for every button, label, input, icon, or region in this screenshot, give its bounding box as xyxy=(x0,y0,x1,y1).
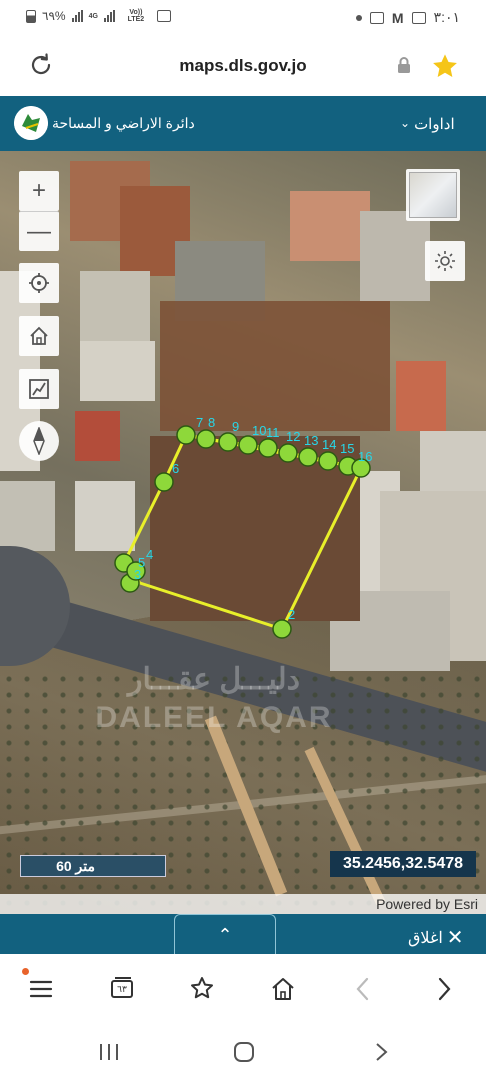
app-header: دائرة الاراضي و المساحة ⌄ اداوات xyxy=(0,96,486,151)
notification-icon xyxy=(156,10,171,22)
vertex-label: 14 xyxy=(322,437,336,452)
android-home-icon[interactable] xyxy=(229,1038,259,1066)
vertex-point xyxy=(196,429,216,449)
volte-label: Vo)) LTE2 xyxy=(127,9,145,23)
browser-toolbar: ٦٣ xyxy=(0,954,486,1024)
expand-panel-button[interactable]: ⌃ xyxy=(174,914,276,954)
close-icon: ✕ xyxy=(446,927,464,949)
tools-label: اداوات xyxy=(414,116,455,133)
vertex-label: 13 xyxy=(304,433,318,448)
vertex-label: 10 xyxy=(252,423,266,438)
satellite-map[interactable]: 2 3 4 5 6 7 8 9 10 11 12 13 14 15 16 دلي… xyxy=(0,151,486,914)
vertex-label: 9 xyxy=(232,419,239,434)
android-nav-bar xyxy=(0,1024,486,1080)
vertex-label: 2 xyxy=(288,607,295,622)
close-label: اغلاق xyxy=(408,929,443,947)
dls-logo xyxy=(14,106,48,140)
basemap-toggle[interactable] xyxy=(406,169,460,221)
compass-icon xyxy=(33,427,45,455)
android-back-icon[interactable] xyxy=(366,1038,396,1066)
home-icon xyxy=(30,326,48,345)
vertex-label: 15 xyxy=(340,441,354,456)
star-icon[interactable] xyxy=(431,52,459,80)
vertex-point xyxy=(218,432,238,452)
compass-button[interactable] xyxy=(19,421,59,461)
tools-dropdown[interactable]: ⌄ اداوات xyxy=(400,115,455,133)
network-4g-label: 4G xyxy=(88,12,98,20)
vertex-label: 6 xyxy=(172,461,179,476)
zoom-out-icon: — xyxy=(27,217,51,245)
chevron-down-icon: ⌄ xyxy=(400,116,411,130)
zoom-out-button[interactable]: — xyxy=(19,211,59,251)
scale-bar: 60 متر xyxy=(20,855,166,877)
vertex-label: 5 xyxy=(138,555,145,570)
battery-percent: ٦٩% xyxy=(42,9,66,23)
basemap-icon xyxy=(409,172,457,218)
zoom-in-icon: + xyxy=(31,177,46,204)
browser-home-icon[interactable] xyxy=(267,974,299,1004)
back-icon[interactable] xyxy=(347,974,379,1004)
parcel-vertices[interactable]: 2 3 4 5 6 7 8 9 10 11 12 13 14 15 16 xyxy=(0,151,486,914)
watermark: دليـــل عقـــار DALEEL AQAR xyxy=(95,663,333,734)
vertex-label: 12 xyxy=(286,429,300,444)
gallery-icon xyxy=(411,11,426,24)
menu-icon[interactable] xyxy=(25,974,57,1004)
brightness-button[interactable] xyxy=(425,241,465,281)
measure-icon xyxy=(29,379,49,399)
signal-icon xyxy=(71,10,83,22)
locate-icon xyxy=(29,273,49,293)
bottom-panel: ⌃ اغلاق ✕ xyxy=(0,914,486,954)
home-extent-button[interactable] xyxy=(19,316,59,356)
measure-button[interactable] xyxy=(19,369,59,409)
close-button[interactable]: اغلاق ✕ xyxy=(408,925,464,950)
gmail-icon: M xyxy=(391,9,404,26)
brightness-icon xyxy=(435,251,455,271)
tabs-button[interactable]: ٦٣ xyxy=(106,974,138,1004)
dot-icon xyxy=(355,14,362,21)
tabs-count: ٦٣ xyxy=(117,984,127,994)
clock-time: ٣:٠١ xyxy=(433,9,460,25)
battery-icon xyxy=(26,9,36,23)
locate-button[interactable] xyxy=(19,263,59,303)
esri-attribution: Powered by Esri xyxy=(0,894,486,914)
app-icon xyxy=(369,11,384,24)
lock-icon[interactable] xyxy=(396,56,412,74)
scale-label: 60 متر xyxy=(56,858,95,874)
bookmark-star-icon[interactable] xyxy=(186,974,218,1004)
vertex-point xyxy=(298,447,318,467)
zoom-in-button[interactable]: + xyxy=(19,171,59,211)
forward-icon[interactable] xyxy=(428,974,460,1004)
coordinates-readout: 35.2456,32.5478 xyxy=(330,851,476,877)
recents-icon[interactable] xyxy=(94,1038,124,1066)
chevron-up-icon: ⌃ xyxy=(217,925,233,945)
url-bar: maps.dls.gov.jo xyxy=(0,36,486,96)
vertex-label: 4 xyxy=(146,547,153,562)
vertex-label: 8 xyxy=(208,415,215,430)
vertex-point xyxy=(272,619,292,639)
signal-2-icon xyxy=(103,10,115,22)
vertex-point xyxy=(258,438,278,458)
vertex-label: 7 xyxy=(196,415,203,430)
vertex-point xyxy=(238,435,258,455)
vertex-point xyxy=(318,451,338,471)
vertex-label: 16 xyxy=(358,449,372,464)
org-name: دائرة الاراضي و المساحة xyxy=(52,115,195,131)
url-text[interactable]: maps.dls.gov.jo xyxy=(0,56,486,76)
vertex-point xyxy=(176,425,196,445)
status-bar: ٦٩% 4G Vo)) LTE2 M ٣:٠١ xyxy=(0,0,486,36)
vertex-point xyxy=(154,472,174,492)
vertex-label: 11 xyxy=(266,425,280,440)
vertex-point xyxy=(278,443,298,463)
